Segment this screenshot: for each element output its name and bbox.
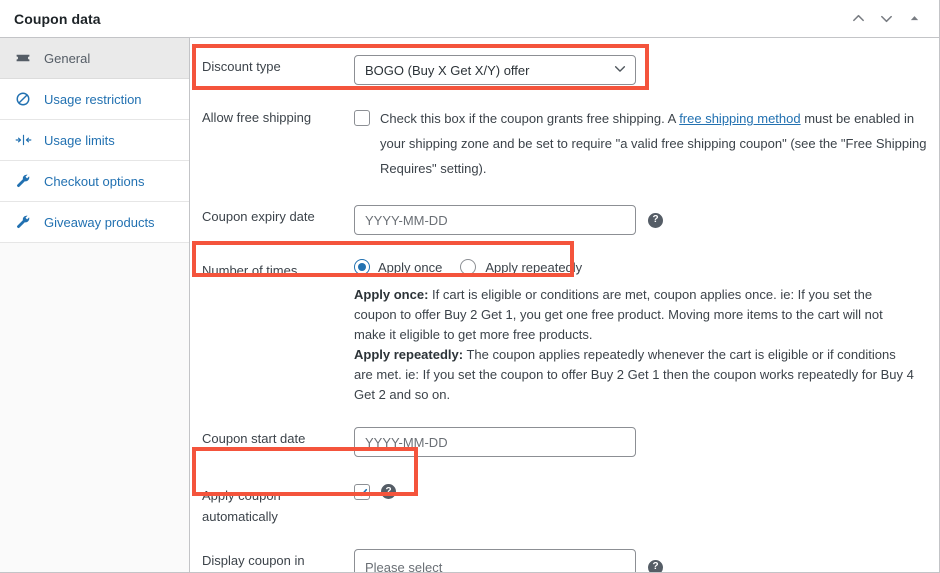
move-up-icon[interactable]: [845, 6, 871, 32]
page-title: Coupon data: [14, 10, 101, 27]
sidebar-item-usage-restriction[interactable]: Usage restriction: [0, 79, 189, 120]
sidebar-item-label: Checkout options: [44, 173, 145, 189]
coupon-start-date-input[interactable]: [354, 427, 636, 457]
toggle-panel-icon[interactable]: [901, 6, 927, 32]
apply-once-desc-body: If cart is eligible or conditions are me…: [354, 287, 883, 342]
sidebar-item-label: Usage restriction: [44, 91, 142, 107]
wrench-icon: [12, 173, 34, 189]
apply-coupon-automatically-label-line1: Apply coupon: [202, 488, 281, 503]
allow-free-shipping-field: Check this box if the coupon grants free…: [354, 106, 927, 181]
free-shipping-text-before: Check this box if the coupon grants free…: [380, 111, 680, 126]
row-allow-free-shipping: Allow free shipping Check this box if th…: [190, 106, 939, 181]
apply-coupon-automatically-label: Apply coupon automatically: [202, 482, 354, 527]
row-coupon-expiry-date: Coupon expiry date ?: [190, 205, 939, 235]
sidebar-item-label: Usage limits: [44, 132, 115, 148]
discount-type-field: BOGO (Buy X Get X/Y) offer: [354, 55, 927, 85]
apply-coupon-automatically-checkbox[interactable]: [354, 484, 370, 500]
move-down-icon[interactable]: [873, 6, 899, 32]
row-apply-coupon-automatically: Apply coupon automatically ?: [190, 482, 939, 527]
panel-header-actions: [845, 6, 927, 32]
apply-once-desc-title: Apply once:: [354, 287, 429, 302]
apply-once-description: Apply once: If cart is eligible or condi…: [354, 285, 914, 345]
discount-type-select[interactable]: BOGO (Buy X Get X/Y) offer: [354, 55, 636, 85]
coupon-start-date-label: Coupon start date: [202, 431, 306, 446]
allow-free-shipping-description: Check this box if the coupon grants free…: [380, 106, 927, 181]
number-of-times-field: Apply once Apply repeatedly Apply once: …: [354, 259, 927, 405]
ticket-icon: [12, 50, 34, 66]
row-number-of-times: Number of times Apply once Apply repeate…: [190, 259, 939, 405]
apply-coupon-automatically-field: ?: [354, 482, 927, 500]
coupon-expiry-date-label: Coupon expiry date: [202, 209, 315, 224]
wrench-icon: [12, 214, 34, 230]
apply-repeatedly-desc-title: Apply repeatedly:: [354, 347, 464, 362]
panel-header: Coupon data: [0, 0, 939, 38]
general-settings-form: Discount type BOGO (Buy X Get X/Y) offer…: [190, 38, 939, 572]
coupon-data-sidebar: General Usage restriction Usage limits C…: [0, 38, 190, 572]
display-coupon-in-label: Display coupon in: [202, 553, 305, 568]
discount-type-value: BOGO (Buy X Get X/Y) offer: [365, 62, 530, 78]
coupon-expiry-date-input[interactable]: [354, 205, 636, 235]
coupon-expiry-date-field: ?: [354, 205, 927, 235]
apply-coupon-automatically-label-line2: automatically: [202, 509, 278, 524]
display-coupon-in-input[interactable]: [354, 549, 636, 572]
block-icon: [12, 91, 34, 107]
help-icon[interactable]: ?: [381, 484, 396, 499]
sidebar-item-label: Giveaway products: [44, 214, 155, 230]
allow-free-shipping-label: Allow free shipping: [202, 110, 312, 125]
apply-repeatedly-description: Apply repeatedly: The coupon applies rep…: [354, 345, 914, 405]
radio-apply-repeatedly[interactable]: [460, 259, 477, 275]
limit-icon: [12, 132, 34, 148]
radio-apply-once-label: Apply once: [378, 259, 443, 275]
sidebar-item-general[interactable]: General: [0, 38, 189, 79]
help-icon[interactable]: ?: [648, 212, 663, 228]
help-icon[interactable]: ?: [648, 559, 663, 572]
sidebar-item-giveaway-products[interactable]: Giveaway products: [0, 202, 189, 243]
number-of-times-label: Number of times: [202, 263, 298, 278]
panel-body: General Usage restriction Usage limits C…: [0, 38, 939, 572]
row-display-coupon-in: Display coupon in ?: [190, 549, 939, 572]
radio-apply-repeatedly-label: Apply repeatedly: [485, 259, 583, 275]
coupon-data-panel: Coupon data General Usage restriction Us…: [0, 0, 940, 573]
row-coupon-start-date: Coupon start date: [190, 427, 939, 457]
sidebar-item-checkout-options[interactable]: Checkout options: [0, 161, 189, 202]
row-discount-type: Discount type BOGO (Buy X Get X/Y) offer: [190, 55, 939, 85]
sidebar-item-label: General: [44, 50, 91, 66]
sidebar-item-usage-limits[interactable]: Usage limits: [0, 120, 189, 161]
free-shipping-method-link[interactable]: free shipping method: [679, 111, 800, 126]
discount-type-label: Discount type: [202, 59, 281, 74]
display-coupon-in-field: ?: [354, 549, 927, 572]
allow-free-shipping-checkbox[interactable]: [354, 110, 370, 126]
coupon-start-date-field: [354, 427, 927, 457]
radio-apply-once[interactable]: [354, 259, 370, 275]
